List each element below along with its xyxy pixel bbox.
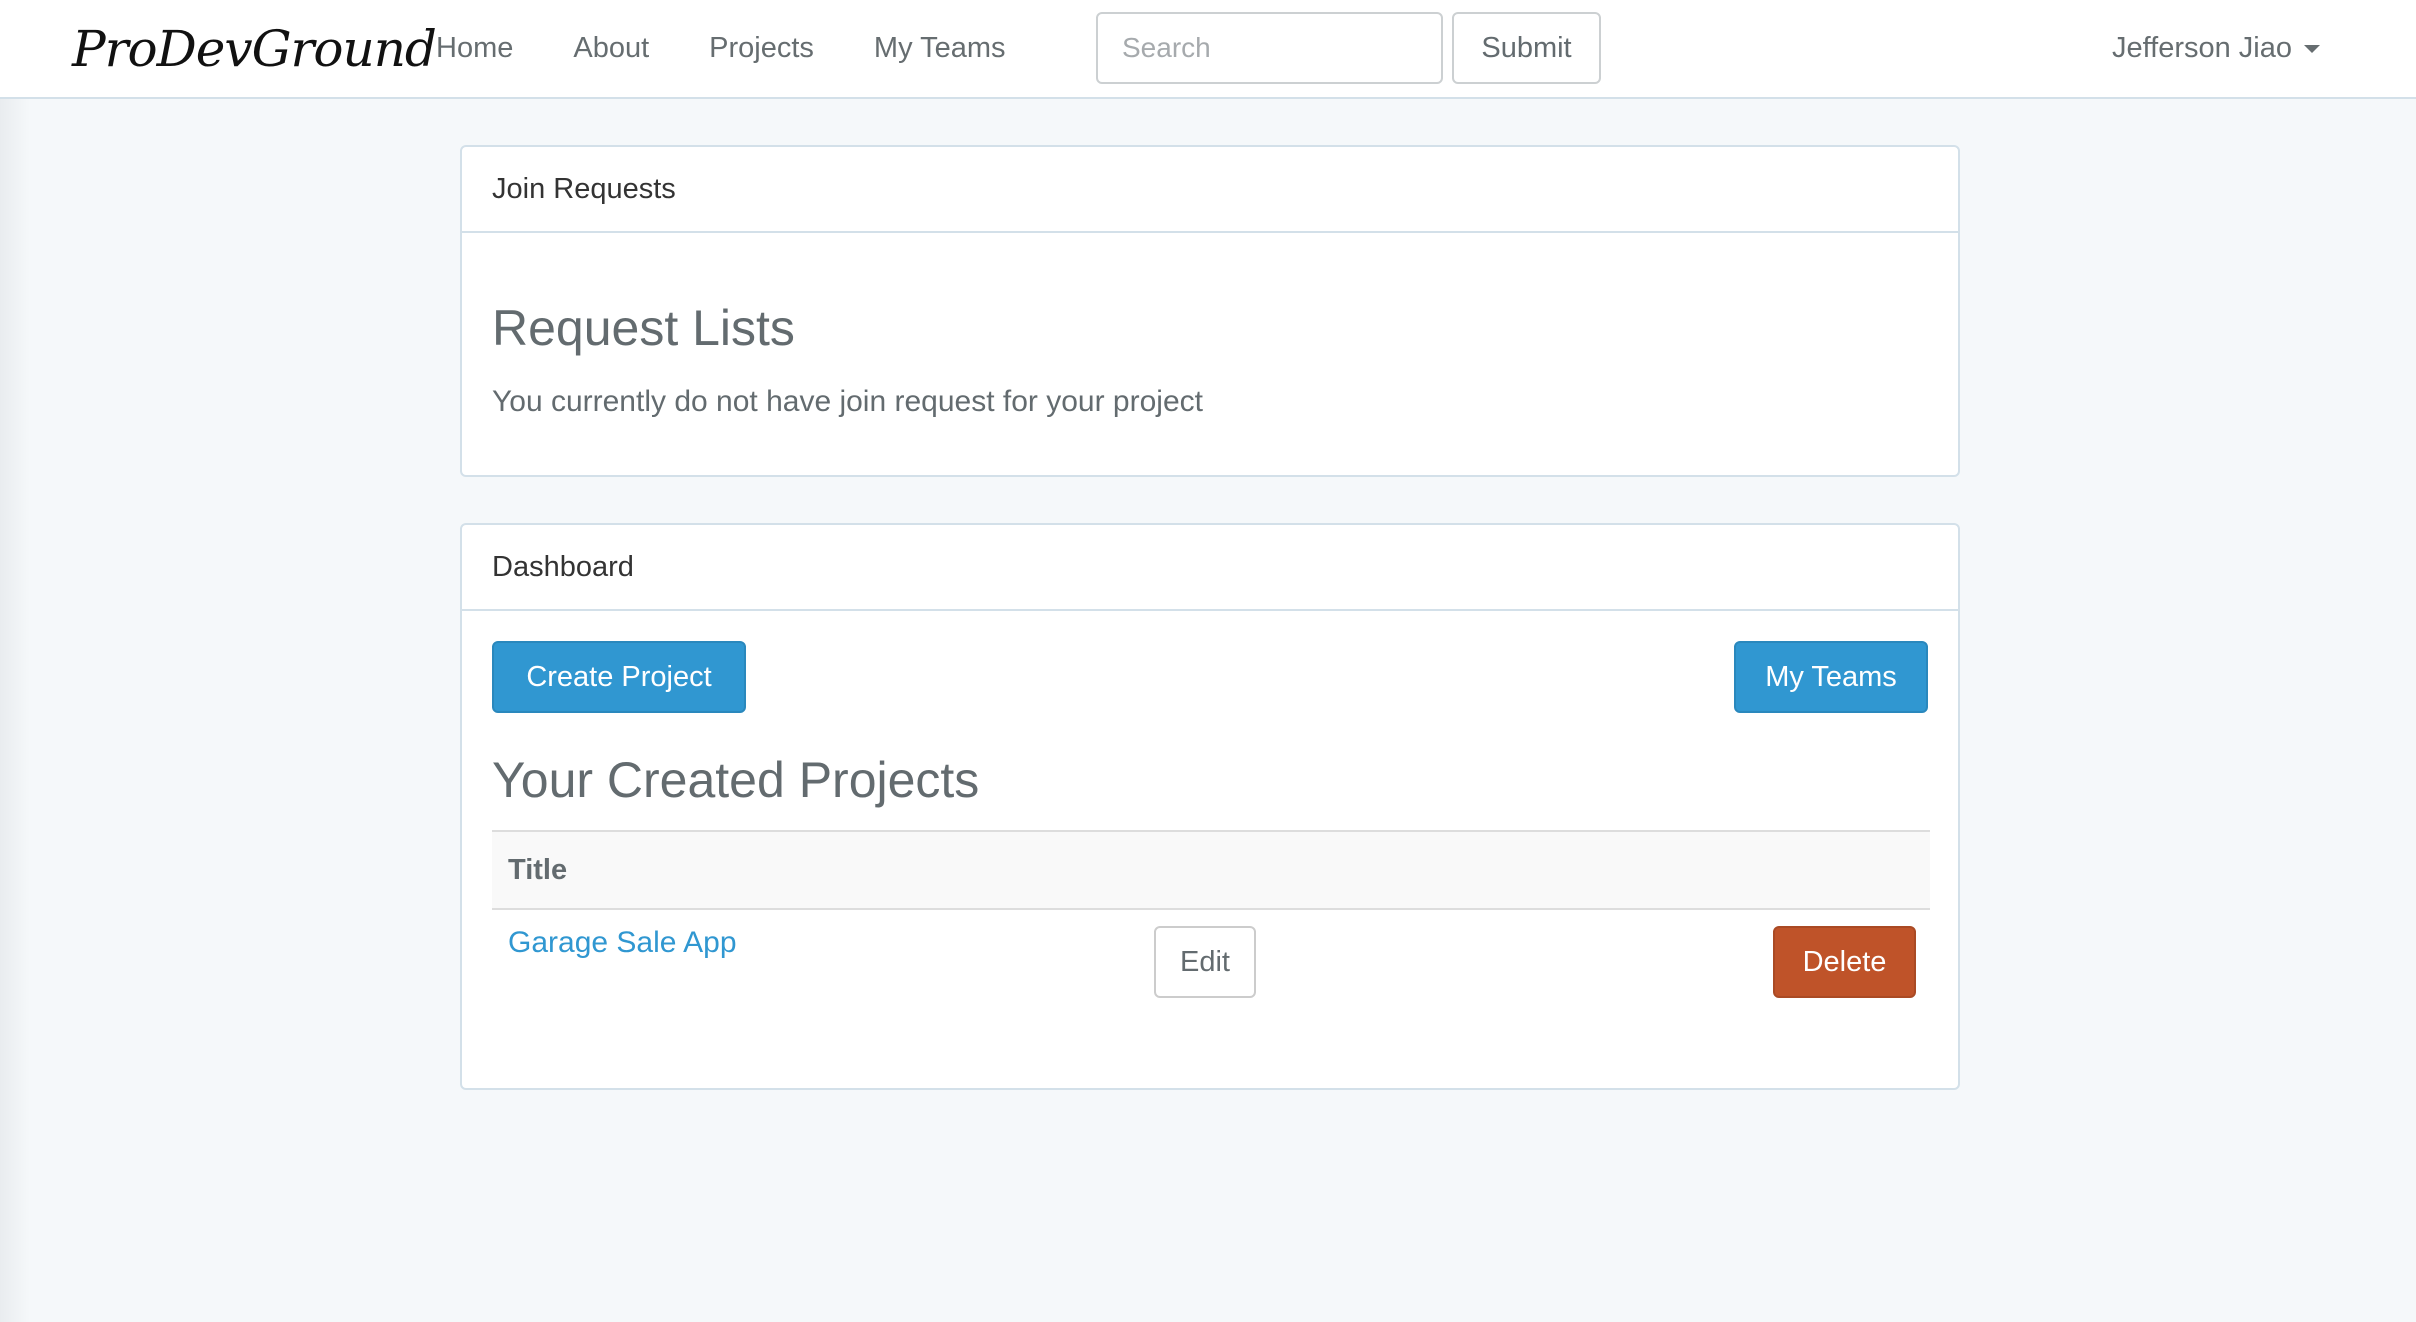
no-requests-message: You currently do not have join request f… xyxy=(492,385,1203,418)
join-requests-panel: Join Requests Request Lists You currentl… xyxy=(460,145,1960,477)
dashboard-heading: Dashboard xyxy=(462,525,1958,611)
search-submit-button[interactable]: Submit xyxy=(1452,12,1601,84)
page-left-shadow xyxy=(0,99,30,1322)
search-input[interactable] xyxy=(1096,12,1443,84)
create-project-button[interactable]: Create Project xyxy=(492,641,746,713)
edit-project-button[interactable]: Edit xyxy=(1154,926,1256,998)
created-projects-title: Your Created Projects xyxy=(492,752,980,808)
request-lists-title: Request Lists xyxy=(492,300,795,356)
nav-link-home[interactable]: Home xyxy=(406,0,543,97)
user-name: Jefferson Jiao xyxy=(2111,32,2292,64)
delete-project-button[interactable]: Delete xyxy=(1773,926,1916,998)
brand-logo[interactable]: ProDevGround xyxy=(72,18,437,80)
table-row: Garage Sale App Edit Delete xyxy=(492,910,1930,1008)
nav-link-projects[interactable]: Projects xyxy=(679,0,844,97)
top-navbar: ProDevGround Home About Projects My Team… xyxy=(0,0,2416,99)
nav-link-my-teams[interactable]: My Teams xyxy=(844,0,1036,97)
caret-down-icon xyxy=(2304,44,2320,53)
dashboard-panel: Dashboard Create Project My Teams Your C… xyxy=(460,523,1960,1090)
user-menu-dropdown[interactable]: Jefferson Jiao xyxy=(2112,0,2320,97)
nav-link-about[interactable]: About xyxy=(543,0,679,97)
my-teams-button[interactable]: My Teams xyxy=(1734,641,1928,713)
projects-table: Title Garage Sale App Edit Delete xyxy=(492,830,1930,1008)
table-header-title: Title xyxy=(492,832,1930,910)
nav-links: Home About Projects My Teams xyxy=(406,0,1036,97)
join-requests-heading: Join Requests xyxy=(462,147,1958,233)
project-title-link[interactable]: Garage Sale App xyxy=(508,926,737,960)
